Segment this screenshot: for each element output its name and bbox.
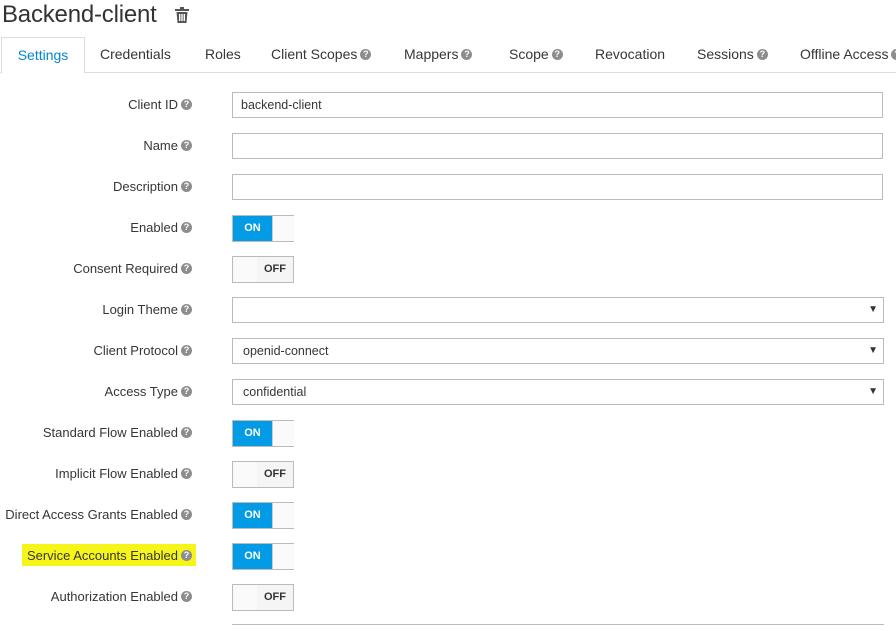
caret-down-icon: ▼: [868, 304, 878, 315]
toggle-knob: [233, 585, 258, 610]
help-icon: ?: [181, 427, 192, 439]
client-id-input[interactable]: backend-client: [232, 92, 883, 118]
toggle-state: ON: [233, 503, 272, 528]
direct-access-row: Direct Access Grants Enabled? ON: [0, 494, 896, 535]
tab-bar: Settings Credentials Roles Client Scopes…: [0, 37, 896, 74]
description-label: Description?: [113, 166, 192, 207]
enabled-label: Enabled?: [130, 207, 192, 248]
authorization-toggle[interactable]: OFF: [232, 584, 294, 611]
help-icon: ?: [181, 468, 192, 480]
page-title: Backend-client: [2, 1, 157, 28]
help-icon: ?: [181, 386, 192, 398]
caret-down-icon: ▼: [868, 345, 878, 356]
service-accounts-label: Service Accounts Enabled?: [27, 535, 192, 576]
service-accounts-row: Service Accounts Enabled? ON: [0, 535, 896, 576]
implicit-flow-toggle[interactable]: OFF: [232, 461, 294, 488]
consent-required-label: Consent Required?: [73, 248, 192, 289]
caret-down-icon: ▼: [868, 386, 878, 397]
access-type-label: Access Type?: [105, 371, 192, 412]
client-id-row: Client ID? backend-client: [0, 84, 896, 125]
tab-label: Scope: [509, 46, 549, 62]
help-icon: ?: [181, 304, 192, 316]
name-input[interactable]: [232, 133, 883, 159]
toggle-knob: [272, 421, 294, 446]
consent-required-toggle[interactable]: OFF: [232, 256, 294, 283]
trash-icon[interactable]: [175, 7, 189, 23]
toggle-state: OFF: [257, 585, 293, 610]
client-protocol-select[interactable]: openid-connect ▼: [232, 338, 884, 364]
consent-required-row: Consent Required? OFF: [0, 248, 896, 289]
help-icon: ?: [181, 99, 192, 111]
help-icon: ?: [756, 48, 768, 60]
client-id-label: Client ID?: [128, 84, 192, 125]
tab-label: Sessions: [697, 46, 754, 62]
tab-label: Offline Access: [800, 46, 889, 62]
toggle-knob: [233, 462, 258, 487]
tab-revocation[interactable]: Revocation: [595, 37, 665, 72]
client-protocol-row: Client Protocol? openid-connect ▼: [0, 330, 896, 371]
login-theme-select[interactable]: ▼: [232, 297, 884, 323]
login-theme-row: Login Theme? ▼: [0, 289, 896, 330]
toggle-state: OFF: [257, 462, 293, 487]
direct-access-label: Direct Access Grants Enabled?: [5, 494, 192, 535]
name-row: Name?: [0, 125, 896, 166]
authorization-row: Authorization Enabled? OFF: [0, 576, 896, 617]
tab-label: Client Scopes: [271, 46, 358, 62]
help-icon: ?: [181, 222, 192, 234]
toggle-state: OFF: [257, 257, 293, 282]
help-icon: ?: [181, 509, 192, 521]
enabled-toggle[interactable]: ON: [232, 215, 294, 242]
help-icon: ?: [891, 48, 896, 60]
tab-mappers[interactable]: Mappers?: [404, 37, 473, 72]
service-accounts-toggle[interactable]: ON: [232, 543, 294, 570]
description-input[interactable]: [232, 174, 883, 200]
toggle-state: ON: [233, 544, 272, 569]
tab-roles[interactable]: Roles: [205, 37, 241, 72]
enabled-row: Enabled? ON: [0, 207, 896, 248]
help-icon: ?: [461, 48, 473, 60]
tab-client-scopes[interactable]: Client Scopes?: [271, 37, 372, 72]
direct-access-toggle[interactable]: ON: [232, 502, 294, 529]
help-icon: ?: [181, 591, 192, 603]
toggle-knob: [272, 216, 294, 241]
tab-label: Revocation: [595, 46, 666, 62]
help-icon: ?: [551, 48, 563, 60]
access-type-select[interactable]: confidential ▼: [232, 379, 884, 405]
toggle-knob: [233, 257, 258, 282]
help-icon: ?: [360, 48, 372, 60]
description-row: Description?: [0, 166, 896, 207]
help-icon: ?: [181, 263, 192, 275]
name-label: Name?: [143, 125, 192, 166]
tab-settings[interactable]: Settings: [1, 37, 85, 74]
client-protocol-label: Client Protocol?: [93, 330, 192, 371]
tab-credentials[interactable]: Credentials: [100, 37, 171, 72]
tab-label: Mappers: [404, 46, 459, 62]
tab-scope[interactable]: Scope?: [509, 37, 563, 72]
tab-label: Credentials: [100, 46, 171, 62]
toggle-knob: [272, 544, 294, 569]
access-type-row: Access Type? confidential ▼: [0, 371, 896, 412]
authorization-label: Authorization Enabled?: [51, 576, 192, 617]
help-icon: ?: [181, 550, 192, 562]
tab-sessions[interactable]: Sessions?: [697, 37, 768, 72]
standard-flow-row: Standard Flow Enabled? ON: [0, 412, 896, 453]
help-icon: ?: [181, 140, 192, 152]
help-icon: ?: [181, 181, 192, 193]
help-icon: ?: [181, 345, 192, 357]
standard-flow-toggle[interactable]: ON: [232, 420, 294, 447]
tab-label: Roles: [205, 46, 241, 62]
select-value: openid-connect: [243, 344, 329, 358]
tab-label: Settings: [17, 47, 69, 63]
login-theme-label: Login Theme?: [102, 289, 192, 330]
toggle-state: ON: [233, 216, 272, 241]
implicit-flow-label: Implicit Flow Enabled?: [55, 453, 192, 494]
implicit-flow-row: Implicit Flow Enabled? OFF: [0, 453, 896, 494]
toggle-knob: [272, 503, 294, 528]
select-value: confidential: [243, 385, 307, 399]
toggle-state: ON: [233, 421, 272, 446]
tab-offline-access[interactable]: Offline Access?: [800, 37, 896, 72]
standard-flow-label: Standard Flow Enabled?: [43, 412, 192, 453]
